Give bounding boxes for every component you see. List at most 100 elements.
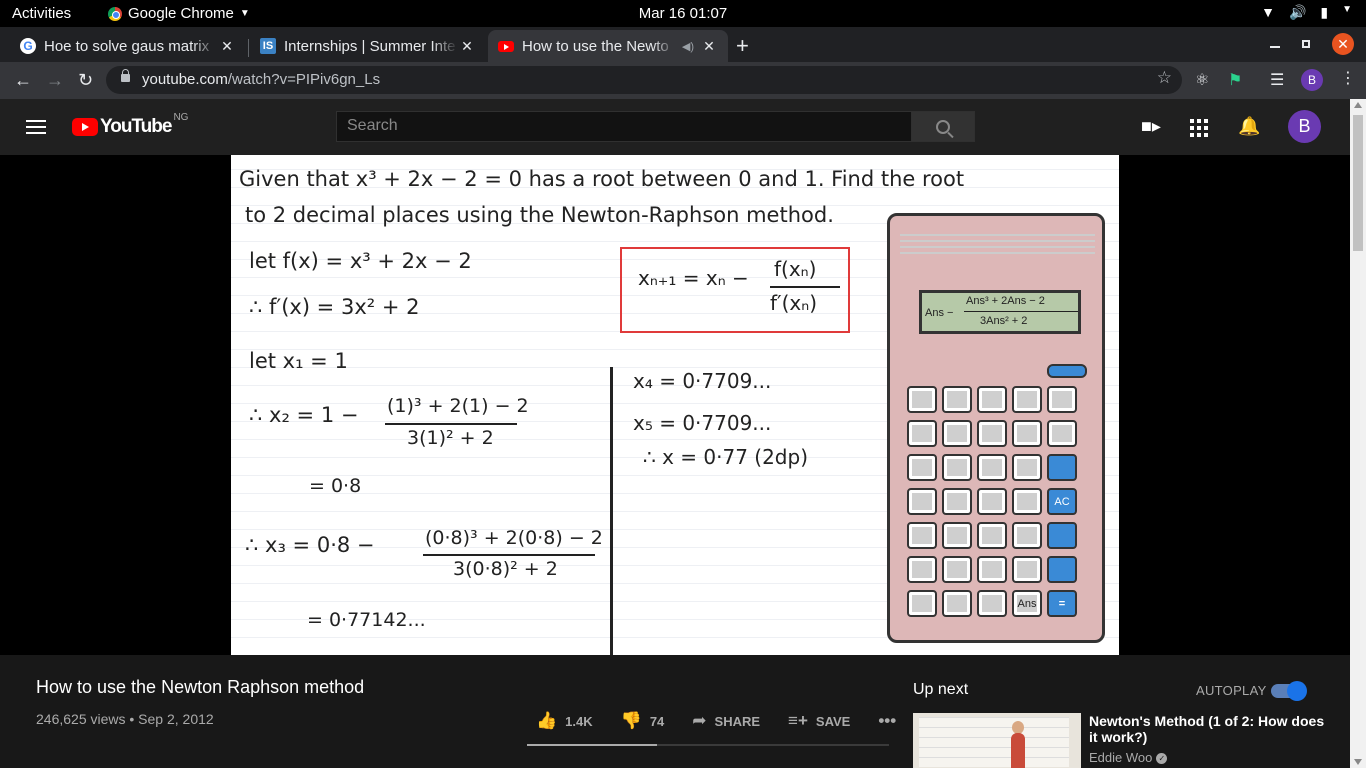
search-button[interactable] <box>911 111 975 142</box>
calc-key <box>907 488 937 515</box>
answer-line: ∴ x = 0·77 (2dp) <box>643 445 808 469</box>
profile-avatar[interactable]: B <box>1301 69 1323 91</box>
thumbs-down-icon: 👎 <box>620 711 642 730</box>
formula-fraction-bar <box>770 286 840 288</box>
dislike-button[interactable]: 👎 74 <box>621 711 665 731</box>
calc-key <box>977 420 1007 447</box>
tab-gaus-matrix[interactable]: G Hoe to solve gaus matrix ✕ <box>10 30 246 62</box>
autoplay-label: AUTOPLAY <box>1196 683 1267 698</box>
presenter-body <box>1011 733 1025 768</box>
page-scrollbar[interactable] <box>1350 99 1366 768</box>
let-f-line: let f(x) = x³ + 2x − 2 <box>249 249 472 273</box>
calc-key <box>977 522 1007 549</box>
calc-screen-numerator: Ans³ + 2Ans − 2 <box>966 295 1045 307</box>
back-icon[interactable]: ← <box>14 70 32 91</box>
recommended-channel[interactable]: Eddie Woo ✓ <box>1089 750 1168 765</box>
video-title: How to use the Newton Raphson method <box>36 677 365 697</box>
whiteboard-graphic <box>919 717 1069 767</box>
calc-key <box>977 590 1007 617</box>
problem-line-2: to 2 decimal places using the Newton-Rap… <box>245 203 834 227</box>
system-tray[interactable]: ▼ 🔊 ▮ ▼ <box>1261 4 1352 21</box>
scroll-down-icon[interactable] <box>1354 759 1362 765</box>
youtube-logo[interactable]: YouTube NG <box>72 112 188 138</box>
activities-button[interactable]: Activities <box>12 5 71 22</box>
apps-grid-icon[interactable] <box>1190 119 1208 137</box>
autoplay-toggle[interactable] <box>1271 681 1307 701</box>
like-dislike-ratio-bar <box>527 744 889 746</box>
calc-key <box>942 454 972 481</box>
x2-fraction-bar <box>385 423 517 425</box>
create-video-icon[interactable]: ■▸ <box>1141 116 1161 137</box>
calc-key <box>942 556 972 583</box>
calc-key <box>977 386 1007 413</box>
like-ratio-fill <box>527 744 658 746</box>
chevron-down-icon: ▼ <box>1342 4 1352 15</box>
tab-internships[interactable]: IS Internships | Summer Inte ✕ <box>250 30 486 62</box>
url-path: /watch?v=PIPiv6gn_Ls <box>227 71 381 88</box>
close-icon[interactable]: ✕ <box>700 38 718 55</box>
calculator-solar-strip <box>900 230 1095 254</box>
scroll-up-icon[interactable] <box>1354 102 1362 108</box>
calc-key-ac: AC <box>1047 488 1077 515</box>
calc-screen-left: Ans − <box>925 307 954 319</box>
calc-key <box>907 454 937 481</box>
calc-key <box>1047 420 1077 447</box>
more-actions-button[interactable]: ••• <box>878 711 896 731</box>
react-extension-icon[interactable]: ⚛ <box>1195 70 1209 90</box>
share-button[interactable]: ➦ SHARE <box>692 711 760 731</box>
lock-icon[interactable] <box>121 69 130 82</box>
tab-newton-raphson[interactable]: How to use the Newto ◀) ✕ <box>488 30 728 62</box>
window-controls: ✕ <box>1270 33 1354 55</box>
audio-playing-icon[interactable]: ◀) <box>682 40 694 53</box>
calc-key <box>977 556 1007 583</box>
app-menu[interactable]: Google Chrome ▼ <box>108 5 250 22</box>
recommended-video-title[interactable]: Newton's Method (1 of 2: How does it wor… <box>1089 713 1329 745</box>
video-frame[interactable]: Given that x³ + 2x − 2 = 0 has a root be… <box>231 155 1119 655</box>
thumbs-up-icon: 👍 <box>536 711 558 730</box>
calc-key <box>1012 522 1042 549</box>
new-tab-button[interactable]: + <box>736 33 749 59</box>
save-button[interactable]: ≡+ SAVE <box>788 711 850 731</box>
calc-key-equals: = <box>1047 590 1077 617</box>
x2-value: = 0·8 <box>309 475 362 497</box>
url-host: youtube.com <box>142 71 228 88</box>
country-code: NG <box>173 112 189 123</box>
maximize-icon[interactable] <box>1302 40 1310 48</box>
account-avatar[interactable]: B <box>1288 110 1321 143</box>
close-icon[interactable]: ✕ <box>218 38 236 55</box>
calc-key-blue <box>1047 556 1077 583</box>
like-button[interactable]: 👍 1.4K <box>536 711 593 731</box>
formula-lhs: xₙ₊₁ = xₙ − <box>638 266 749 290</box>
wifi-icon: ▼ <box>1261 4 1275 20</box>
minimize-icon[interactable] <box>1270 46 1280 48</box>
extension-icon[interactable]: ⚑ <box>1228 70 1242 90</box>
recommended-video-thumbnail[interactable] <box>913 713 1081 768</box>
close-icon[interactable]: ✕ <box>458 38 476 55</box>
hamburger-menu-icon[interactable] <box>26 120 46 134</box>
chevron-down-icon: ▼ <box>239 8 250 19</box>
forward-icon[interactable]: → <box>46 70 64 91</box>
address-bar[interactable]: youtube.com/watch?v=PIPiv6gn_Ls ☆ <box>106 66 1182 94</box>
tab-strip: G Hoe to solve gaus matrix ✕ IS Internsh… <box>0 27 1366 62</box>
url-text[interactable]: youtube.com/watch?v=PIPiv6gn_Ls <box>142 71 380 88</box>
bookmark-star-icon[interactable]: ☆ <box>1157 68 1172 88</box>
reload-icon[interactable]: ↻ <box>78 70 93 91</box>
calc-key <box>907 386 937 413</box>
calc-key <box>1012 386 1042 413</box>
x4-line: x₄ = 0·7709... <box>633 369 772 393</box>
calc-key <box>942 522 972 549</box>
chrome-menu-icon[interactable]: ⋮ <box>1340 68 1356 88</box>
notifications-bell-icon[interactable]: 🔔 <box>1238 116 1260 137</box>
calc-key <box>907 420 937 447</box>
battery-icon: ▮ <box>1320 4 1329 20</box>
video-player[interactable]: Given that x³ + 2x − 2 = 0 has a root be… <box>0 155 1350 655</box>
search-input[interactable]: Search <box>336 111 912 142</box>
calc-key <box>1012 556 1042 583</box>
scrollbar-thumb[interactable] <box>1353 115 1363 251</box>
calc-key-ans: Ans <box>1012 590 1042 617</box>
x3-value: = 0·77142... <box>307 609 426 631</box>
app-menu-label: Google Chrome <box>128 5 234 22</box>
let-x1-line: let x₁ = 1 <box>249 349 348 373</box>
media-control-icon[interactable]: ☰ <box>1270 70 1284 90</box>
close-window-icon[interactable]: ✕ <box>1332 33 1354 55</box>
